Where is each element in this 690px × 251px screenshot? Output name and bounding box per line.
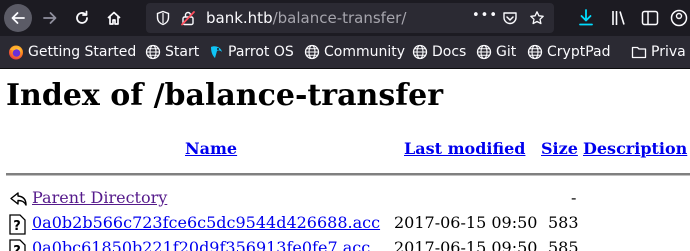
bookmark-label: Parrot OS: [228, 44, 294, 60]
bookmarks-toolbar: Getting Started Start Parrot OS Communit…: [0, 36, 690, 69]
bookmark-docs[interactable]: Docs: [412, 41, 466, 63]
bookmark-cryptpad[interactable]: CryptPad: [527, 41, 610, 63]
bookmark-parrot-os[interactable]: Parrot OS: [208, 41, 294, 63]
account-icon[interactable]: [670, 9, 690, 27]
reload-icon: [76, 10, 88, 24]
bookmark-start[interactable]: Start: [145, 41, 199, 63]
file-size: -: [571, 188, 577, 207]
firefox-icon: [9, 45, 23, 60]
site-info-shield-icon[interactable]: [155, 10, 171, 26]
home-button[interactable]: [100, 4, 128, 32]
bookmark-label: Getting Started: [28, 44, 137, 60]
bookmark-label: Start: [165, 44, 200, 60]
back-arrow-icon: [10, 192, 27, 206]
unknown-file-icon: ?: [9, 214, 26, 235]
parent-directory-link[interactable]: Parent Directory: [32, 187, 167, 209]
file-size: 583: [548, 213, 579, 232]
library-icon[interactable]: [611, 9, 629, 27]
browser-toolbar: bank.htb/balance-transfer/ •••: [0, 0, 690, 36]
page-title: Index of /balance-transfer: [6, 78, 444, 113]
folder-icon: [631, 46, 647, 59]
file-link[interactable]: 0a0bc61850b221f20d9f356913fe0fe7.acc: [32, 237, 370, 251]
forward-button[interactable]: [36, 4, 64, 32]
table-row: Parent Directory -: [0, 187, 690, 211]
header-divider: [6, 173, 690, 176]
back-button[interactable]: [4, 4, 32, 32]
last-modified: 2017-06-15 09:50: [394, 238, 538, 251]
column-header-name[interactable]: Name: [185, 139, 237, 158]
bookmark-folder-privacy[interactable]: Priva: [631, 41, 686, 63]
unknown-file-icon: ?: [9, 239, 26, 251]
svg-text:?: ?: [13, 244, 21, 251]
file-size: 585: [548, 238, 579, 251]
table-row: ? 0a0b2b566c723fce6c5dc9544d426688.acc 2…: [0, 212, 690, 236]
column-header-size[interactable]: Size: [541, 139, 578, 158]
back-arrow-icon: [11, 12, 25, 24]
parrot-icon: [211, 46, 222, 58]
globe-icon: [145, 44, 161, 60]
bookmark-community[interactable]: Community: [304, 41, 405, 63]
downloads-icon[interactable]: [578, 9, 594, 27]
insecure-lock-icon[interactable]: [180, 10, 196, 26]
bookmark-getting-started[interactable]: Getting Started: [8, 41, 136, 63]
table-row: ? 0a0bc61850b221f20d9f356913fe0fe7.acc 2…: [0, 237, 690, 251]
bookmark-git[interactable]: Git: [476, 41, 516, 63]
file-link[interactable]: 0a0b2b566c723fce6c5dc9544d426688.acc: [32, 212, 380, 234]
sidebar-icon[interactable]: [641, 9, 659, 27]
bookmark-label: Git: [496, 44, 517, 60]
svg-text:?: ?: [13, 219, 21, 234]
url-text[interactable]: bank.htb/balance-transfer/: [206, 9, 406, 27]
bookmark-star-icon[interactable]: [529, 10, 545, 26]
forward-arrow-icon: [43, 12, 57, 24]
url-path: /balance-transfer/: [272, 9, 407, 27]
bookmark-label: Priva: [651, 44, 686, 60]
column-header-description[interactable]: Description: [583, 139, 687, 158]
globe-icon: [412, 44, 428, 60]
url-host: bank.htb: [206, 9, 273, 27]
bookmark-label: CryptPad: [547, 44, 611, 60]
globe-icon: [304, 44, 320, 60]
bookmark-label: Docs: [432, 44, 467, 60]
globe-icon: [527, 44, 543, 60]
column-header-last-modified[interactable]: Last modified: [404, 139, 525, 158]
pocket-icon[interactable]: [502, 10, 518, 26]
reload-button[interactable]: [68, 4, 96, 32]
url-bar[interactable]: bank.htb/balance-transfer/ •••: [146, 3, 554, 33]
home-icon: [107, 11, 121, 25]
globe-icon: [476, 44, 492, 60]
last-modified: 2017-06-15 09:50: [394, 213, 538, 232]
page-content: Index of /balance-transfer Name Last mod…: [0, 69, 690, 251]
bookmark-label: Community: [324, 44, 406, 60]
page-actions-menu-icon[interactable]: •••: [472, 8, 498, 23]
